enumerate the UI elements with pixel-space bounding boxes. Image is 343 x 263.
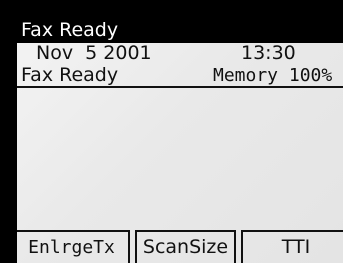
lcd-screen: Fax Ready Nov 5 2001 13:30 Fax Ready Mem… xyxy=(17,17,343,263)
softkey-bar: EnlrgeTx ScanSize TTI xyxy=(17,230,343,263)
time-label: 13:30 xyxy=(241,42,296,64)
memory-status-label: Memory 100% xyxy=(213,65,333,86)
scan-size-softkey[interactable]: ScanSize xyxy=(135,230,236,263)
title-bar: Fax Ready xyxy=(17,17,343,43)
status-row: Fax Ready Memory 100% xyxy=(17,64,343,88)
enlarge-tx-softkey[interactable]: EnlrgeTx xyxy=(17,230,130,263)
tti-softkey[interactable]: TTI xyxy=(241,230,343,263)
datetime-row: Nov 5 2001 13:30 xyxy=(17,42,343,64)
fax-status-label: Fax Ready xyxy=(21,64,119,86)
date-label: Nov 5 2001 xyxy=(36,42,152,64)
